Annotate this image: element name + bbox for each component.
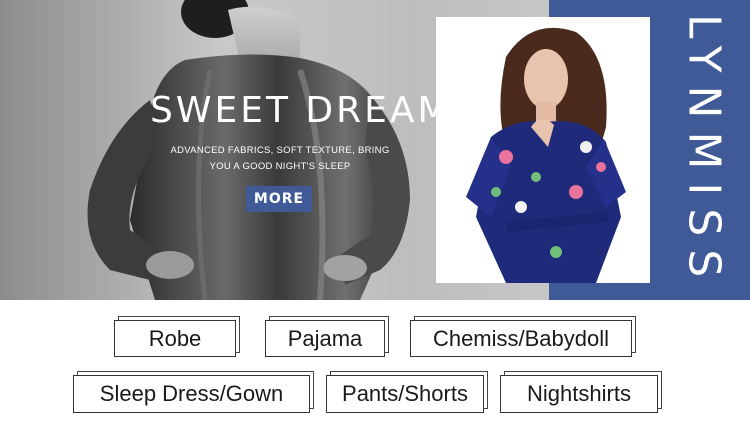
category-robe[interactable]: Robe (114, 316, 240, 357)
brand-logo-text: LYNMISS (678, 8, 730, 296)
product-photo-card (436, 17, 650, 283)
category-label: Pants/Shorts (326, 375, 484, 413)
hero-subline-line-2: YOU A GOOD NIGHT'S SLEEP (209, 161, 351, 172)
brand-name: LYNMISS (678, 13, 730, 291)
category-label: Sleep Dress/Gown (73, 375, 310, 413)
category-label: Nightshirts (500, 375, 658, 413)
hero-banner: LYNMISS SWEET DREAM ADVANCED FABRICS, SO… (0, 0, 750, 300)
category-sleep-dress-gown[interactable]: Sleep Dress/Gown (73, 371, 314, 413)
category-label: Robe (114, 320, 236, 357)
category-pajama[interactable]: Pajama (265, 316, 389, 357)
hero-subline: ADVANCED FABRICS, SOFT TEXTURE, BRING YO… (170, 143, 390, 175)
hero-headline: SWEET DREAM (150, 90, 452, 131)
category-label: Pajama (265, 320, 385, 357)
category-nightshirts[interactable]: Nightshirts (500, 371, 662, 413)
category-label: Chemiss/Babydoll (410, 320, 632, 357)
category-pants-shorts[interactable]: Pants/Shorts (326, 371, 488, 413)
more-button[interactable]: MORE (246, 186, 312, 212)
woman-floral-robe-photo (436, 17, 650, 283)
category-chemiss-babydoll[interactable]: Chemiss/Babydoll (410, 316, 636, 357)
hero-subline-line-1: ADVANCED FABRICS, SOFT TEXTURE, BRING (170, 145, 390, 156)
